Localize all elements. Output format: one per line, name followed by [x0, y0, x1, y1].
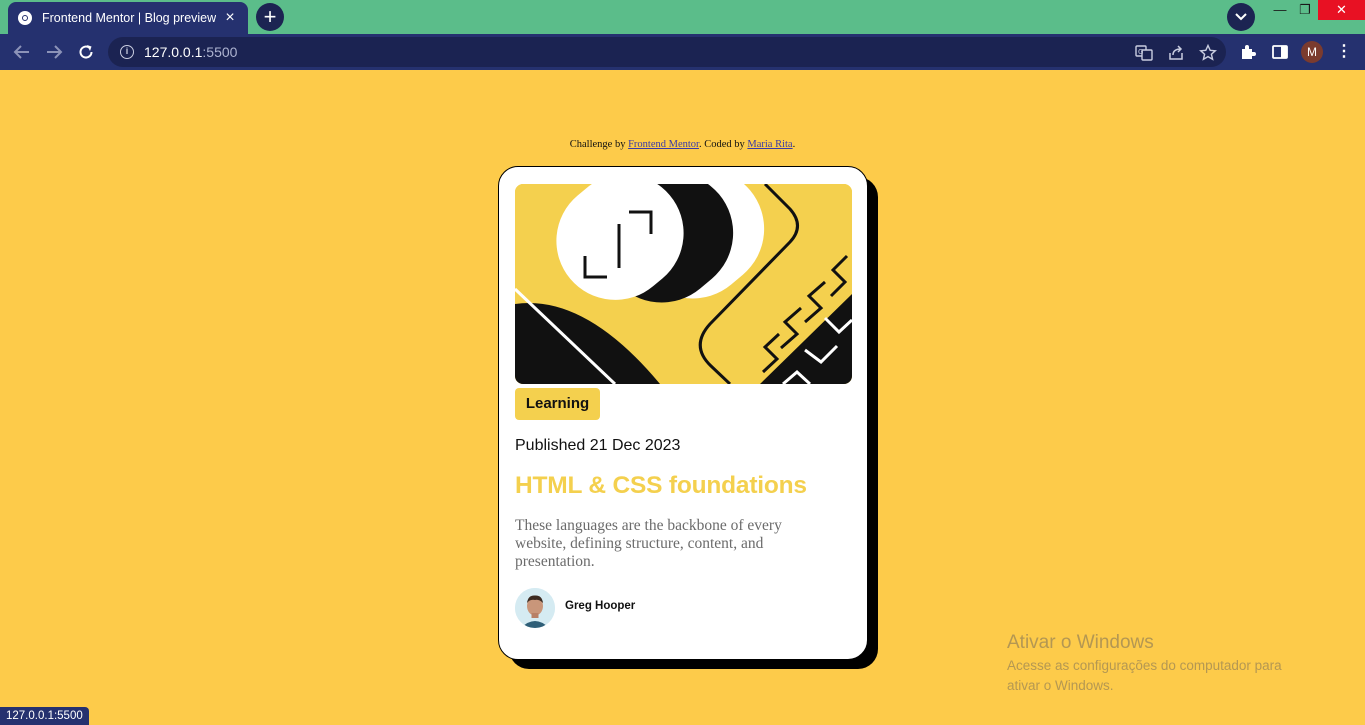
- forward-button[interactable]: [42, 40, 66, 64]
- side-panel-icon[interactable]: [1271, 43, 1289, 61]
- tab-close-icon[interactable]: ×: [222, 10, 238, 26]
- author-link[interactable]: Maria Rita: [747, 139, 792, 150]
- attribution-middle: . Coded by: [698, 139, 748, 150]
- translate-icon[interactable]: G: [1135, 44, 1153, 62]
- address-bar[interactable]: i 127.0.0.1:5500 G: [108, 37, 1226, 67]
- watermark-title: Ativar o Windows: [1007, 632, 1154, 653]
- attribution-suffix: .: [792, 139, 796, 150]
- browser-tab-active[interactable]: Frontend Mentor | Blog preview card ×: [8, 2, 248, 34]
- watermark-subtitle: Acesse as configurações do computador pa…: [1007, 658, 1282, 693]
- back-button[interactable]: [10, 40, 34, 64]
- blog-preview-card: Learning Published 21 Dec 2023 HTML & CS…: [498, 166, 868, 660]
- author-name: Greg Hooper: [565, 600, 636, 612]
- windows-activation-watermark: Ativar o Windows Acesse as configurações…: [1007, 632, 1317, 696]
- new-tab-button[interactable]: +: [256, 3, 284, 31]
- arrow-left-icon: [13, 45, 29, 59]
- site-info-icon[interactable]: i: [120, 45, 134, 59]
- extensions-icon[interactable]: [1239, 43, 1257, 61]
- window-restore-button[interactable]: ❐: [1290, 0, 1320, 20]
- tab-title: Frontend Mentor | Blog preview card: [42, 11, 216, 25]
- url-host: 127.0.0.1: [144, 44, 203, 60]
- attribution: Challenge by Frontend Mentor. Coded by M…: [0, 139, 1365, 150]
- svg-text:G: G: [1138, 48, 1143, 56]
- category-tag: Learning: [515, 388, 600, 420]
- reload-icon: [79, 45, 93, 59]
- chevron-down-icon: [1235, 13, 1247, 21]
- card-illustration: [515, 184, 852, 384]
- bookmark-star-icon[interactable]: [1199, 44, 1217, 62]
- share-icon[interactable]: [1167, 44, 1185, 62]
- window-close-button[interactable]: ✕: [1318, 0, 1365, 20]
- card-excerpt: These languages are the backbone of ever…: [515, 517, 782, 570]
- browser-menu-icon[interactable]: ⋮: [1336, 42, 1352, 62]
- tab-strip: Frontend Mentor | Blog preview card × + …: [0, 0, 1365, 34]
- profile-avatar[interactable]: M: [1301, 41, 1323, 63]
- tab-search-button[interactable]: [1227, 3, 1255, 31]
- url-port: :5500: [202, 44, 238, 60]
- browser-toolbar: i 127.0.0.1:5500 G M ⋮: [0, 34, 1365, 70]
- card-title-link[interactable]: HTML & CSS foundations: [515, 472, 807, 500]
- attribution-prefix: Challenge by: [569, 139, 629, 150]
- favicon-icon: [18, 11, 32, 25]
- status-bar-url: 127.0.0.1:5500: [0, 707, 89, 725]
- published-date: Published 21 Dec 2023: [515, 437, 681, 454]
- author-avatar: [515, 588, 555, 628]
- frontend-mentor-link[interactable]: Frontend Mentor: [628, 139, 699, 150]
- arrow-right-icon: [47, 45, 63, 59]
- reload-button[interactable]: [74, 40, 98, 64]
